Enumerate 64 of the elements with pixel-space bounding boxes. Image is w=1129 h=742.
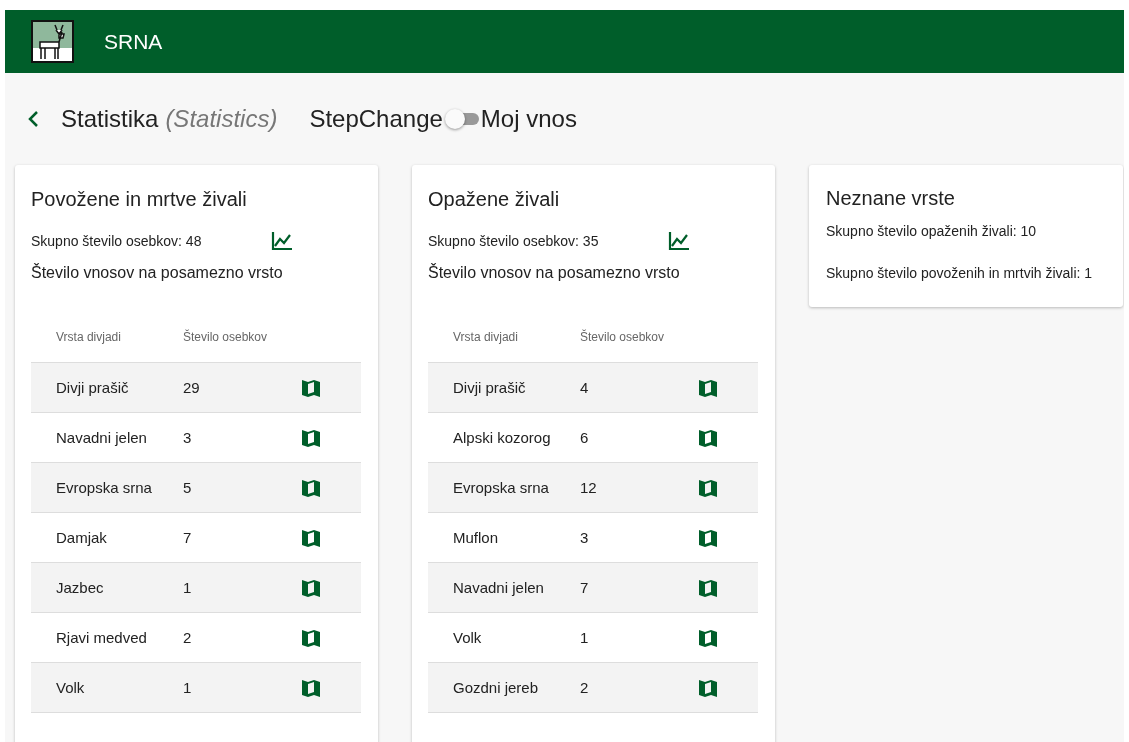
- table-cell-text: 3: [183, 429, 193, 446]
- map-icon[interactable]: [698, 627, 718, 648]
- table-cell-text: Muflon: [453, 529, 500, 546]
- column-header: Vrsta divjadi: [453, 330, 519, 344]
- section-subtitle: Število vnosov na posamezno vrsto: [31, 264, 284, 283]
- column-header: Število osebkov: [580, 330, 666, 344]
- map-icon[interactable]: [301, 527, 321, 548]
- table-cell-text: 4: [580, 379, 590, 396]
- table-cell-text: 1: [183, 579, 193, 596]
- table-cell-text: Damjak: [56, 529, 108, 546]
- section-subtitle: Število vnosov na posamezno vrsto: [428, 264, 681, 283]
- card-title: Opažene živali: [428, 187, 561, 212]
- map-icon[interactable]: [698, 377, 718, 398]
- table-cell-text: Volk: [453, 629, 483, 646]
- map-icon[interactable]: [301, 477, 321, 498]
- map-icon[interactable]: [301, 427, 321, 448]
- info-text: Skupno število opaženih živali: 10: [826, 223, 1038, 239]
- map-icon[interactable]: [698, 427, 718, 448]
- chart-icon[interactable]: [668, 231, 690, 251]
- toggle-label: StepChange: [309, 105, 443, 133]
- table-cell-text: 7: [580, 579, 590, 596]
- table-cell-text: Divji prašič: [56, 379, 130, 396]
- table-cell-text: 2: [183, 629, 193, 646]
- table-cell-text: 7: [183, 529, 193, 546]
- map-icon[interactable]: [301, 577, 321, 598]
- table-cell-text: Evropska srna: [453, 479, 550, 496]
- info-text: Skupno število povoženih in mrtvih živali: 1: [826, 265, 1094, 281]
- total-count: Skupno število osebkov: 48: [31, 233, 203, 249]
- page-title: Statistika: [61, 105, 159, 133]
- card-title: Povožene in mrtve živali: [31, 187, 248, 212]
- map-icon[interactable]: [301, 627, 321, 648]
- card-title: Neznane vrste: [826, 187, 956, 210]
- deer-logo: [31, 20, 74, 63]
- map-icon[interactable]: [301, 377, 321, 398]
- table-cell-text: 3: [580, 529, 590, 546]
- column-header: Število osebkov: [183, 330, 269, 344]
- table-cell-text: Evropska srna: [56, 479, 153, 496]
- table-cell-text: Navadni jelen: [56, 429, 148, 446]
- table-cell-text: Gozdni jereb: [453, 679, 540, 696]
- table-cell-text: 1: [183, 679, 193, 696]
- page-subtitle: (Statistics): [165, 105, 278, 133]
- column-header: Vrsta divjadi: [56, 330, 122, 344]
- table-cell-text: 12: [580, 479, 598, 496]
- map-icon[interactable]: [698, 477, 718, 498]
- map-icon[interactable]: [301, 677, 321, 698]
- total-count: Skupno število osebkov: 35: [428, 233, 600, 249]
- table-cell-text: 6: [580, 429, 590, 446]
- table-cell-text: 2: [580, 679, 590, 696]
- toggle-label: Moj vnos: [480, 105, 577, 133]
- table-cell-text: 5: [183, 479, 193, 496]
- table-cell-text: Divji prašič: [453, 379, 527, 396]
- table-cell-text: 1: [580, 629, 590, 646]
- table-cell-text: Rjavi medved: [56, 629, 148, 646]
- toggle-switch[interactable]: [444, 108, 479, 130]
- table-cell-text: Alpski kozorog: [453, 429, 552, 446]
- table-cell-text: Navadni jelen: [453, 579, 545, 596]
- table-cell-text: 29: [183, 379, 201, 396]
- chart-icon[interactable]: [271, 231, 293, 251]
- map-icon[interactable]: [698, 577, 718, 598]
- map-icon[interactable]: [698, 677, 718, 698]
- table-cell-text: Jazbec: [56, 579, 105, 596]
- map-icon[interactable]: [698, 527, 718, 548]
- table-cell-text: Volk: [56, 679, 86, 696]
- app-title: SRNA: [104, 29, 163, 54]
